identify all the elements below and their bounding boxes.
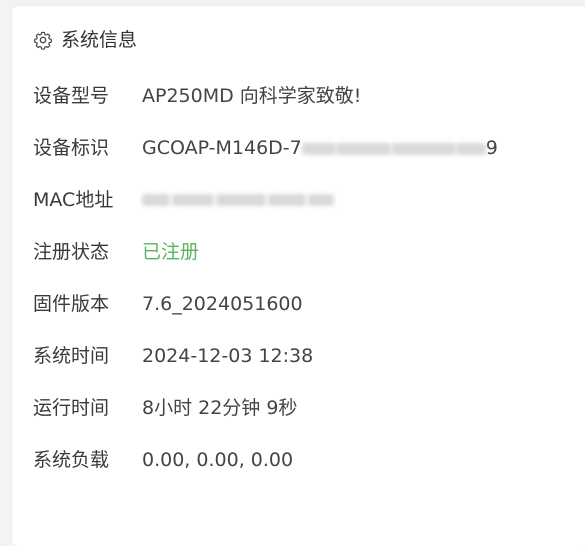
row-uptime: 运行时间 8小时 22分钟 9秒 (33, 395, 297, 421)
row-device-model: 设备型号 AP250MD 向科学家致敬! (33, 83, 361, 109)
row-system-load: 系统负载 0.00, 0.00, 0.00 (33, 447, 293, 473)
device-id-label: 设备标识 (33, 137, 110, 159)
firmware-version-value: 7.6_2024051600 (142, 293, 303, 315)
row-registration-status: 注册状态 已注册 (33, 239, 199, 265)
device-id-prefix: GCOAP-M146D-7 (142, 137, 302, 159)
redacted-segment (301, 142, 336, 155)
row-mac-address: MAC地址 (33, 187, 334, 213)
system-time-value: 2024-12-03 12:38 (142, 345, 314, 367)
gear-icon (34, 31, 53, 50)
device-id-suffix: 9 (485, 137, 498, 159)
redacted-segment (390, 142, 456, 155)
redacted-segment (216, 194, 266, 206)
redacted-segment (142, 194, 170, 206)
firmware-version-label: 固件版本 (33, 293, 110, 315)
system-info-card: 系统信息 设备型号 AP250MD 向科学家致敬! 设备标识 GCOAP-M14… (12, 6, 585, 546)
row-firmware-version: 固件版本 7.6_2024051600 (33, 291, 303, 317)
device-model-value: AP250MD 向科学家致敬! (142, 85, 362, 107)
system-load-value: 0.00, 0.00, 0.00 (142, 449, 294, 471)
card-header: 系统信息 (33, 28, 137, 52)
redacted-segment (308, 194, 334, 206)
panel-title: 系统信息 (61, 29, 138, 51)
redacted-segment (455, 142, 486, 155)
row-device-id: 设备标识 GCOAP-M146D-7 9 (33, 135, 498, 161)
system-load-label: 系统负载 (33, 449, 110, 471)
registration-status-label: 注册状态 (33, 241, 110, 263)
system-time-label: 系统时间 (33, 345, 110, 367)
row-system-time: 系统时间 2024-12-03 12:38 (33, 343, 313, 369)
device-model-label: 设备型号 (33, 85, 110, 107)
redacted-segment (335, 142, 391, 155)
uptime-label: 运行时间 (33, 397, 110, 419)
mac-address-value (142, 194, 334, 206)
redacted-segment (172, 194, 214, 206)
registration-status-value: 已注册 (142, 241, 200, 263)
uptime-value: 8小时 22分钟 9秒 (142, 397, 298, 419)
device-id-value: GCOAP-M146D-7 9 (142, 135, 498, 161)
mac-address-label: MAC地址 (33, 189, 114, 211)
redacted-segment (268, 194, 306, 206)
